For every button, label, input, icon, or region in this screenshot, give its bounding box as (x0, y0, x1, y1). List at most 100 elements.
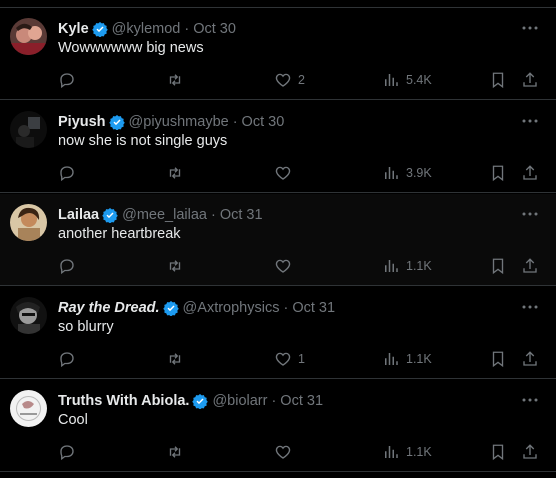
views-button[interactable]: 1.1K (382, 255, 432, 277)
bookmark-button[interactable] (489, 441, 507, 463)
post-text: Wowwwwww big news (58, 40, 204, 56)
views-icon (385, 446, 398, 458)
more-options-icon[interactable] (520, 18, 540, 38)
post-item[interactable]: Ray the Dread. @Axtrophysics · Oct 31 so… (0, 287, 556, 379)
reply-button[interactable] (58, 348, 76, 370)
repost-button[interactable] (166, 69, 184, 91)
heart-icon (275, 445, 291, 459)
share-button[interactable] (521, 441, 539, 463)
reply-button[interactable] (58, 441, 76, 463)
views-icon (385, 353, 398, 365)
more-options-icon[interactable] (520, 111, 540, 131)
share-icon (523, 72, 537, 87)
avatar[interactable] (10, 297, 47, 334)
post-date[interactable]: Oct 31 (220, 207, 263, 223)
author-handle[interactable]: @piyushmaybe (129, 114, 229, 130)
post-date[interactable]: Oct 30 (193, 21, 236, 37)
post-item[interactable]: Kyle @kylemod · Oct 30 Wowwwwww big news… (0, 8, 556, 100)
avatar[interactable] (10, 390, 47, 427)
more-options-icon[interactable] (520, 204, 540, 224)
like-button[interactable] (274, 441, 298, 463)
heart-icon (275, 352, 291, 366)
bookmark-button[interactable] (489, 348, 507, 370)
repost-button[interactable] (166, 348, 184, 370)
more-options-icon[interactable] (520, 390, 540, 410)
bookmark-icon (492, 351, 504, 368)
reply-icon (60, 73, 74, 89)
verified-badge-icon (162, 301, 179, 316)
action-bar: 1.1K (0, 441, 556, 463)
view-count: 1.1K (406, 445, 432, 459)
views-button[interactable]: 5.4K (382, 69, 432, 91)
views-button[interactable]: 1.1K (382, 441, 432, 463)
bookmark-icon (492, 258, 504, 275)
view-count: 1.1K (406, 259, 432, 273)
author-handle[interactable]: @kylemod (112, 21, 181, 37)
share-button[interactable] (521, 162, 539, 184)
bookmark-button[interactable] (489, 69, 507, 91)
repost-button[interactable] (166, 441, 184, 463)
avatar[interactable] (10, 204, 47, 241)
bookmark-button[interactable] (489, 255, 507, 277)
post-date[interactable]: Oct 31 (280, 393, 323, 409)
author-handle[interactable]: @biolarr (212, 393, 267, 409)
avatar[interactable] (10, 18, 47, 55)
heart-icon (275, 259, 291, 273)
avatar[interactable] (10, 111, 47, 148)
author-name[interactable]: Ray the Dread. (58, 300, 160, 316)
share-button[interactable] (521, 348, 539, 370)
post-item[interactable]: Truths With Abiola. @biolarr · Oct 31 Co… (0, 380, 556, 472)
views-button[interactable]: 3.9K (382, 162, 432, 184)
author-name[interactable]: Truths With Abiola. (58, 393, 189, 409)
repost-icon (169, 446, 181, 458)
share-icon (523, 165, 537, 180)
post-item[interactable]: Piyush @piyushmaybe · Oct 30 now she is … (0, 101, 556, 193)
heart-icon (275, 166, 291, 180)
verified-badge-icon (192, 394, 209, 409)
views-icon (385, 260, 398, 272)
verified-badge-icon (102, 208, 118, 223)
view-count: 3.9K (406, 166, 432, 180)
reply-icon (60, 166, 74, 182)
like-button[interactable] (274, 162, 298, 184)
reply-button[interactable] (58, 255, 76, 277)
separator-dot: · (271, 393, 277, 409)
reply-button[interactable] (58, 69, 76, 91)
view-count: 1.1K (406, 352, 432, 366)
bookmark-button[interactable] (489, 162, 507, 184)
post-date[interactable]: Oct 30 (242, 114, 285, 130)
separator-dot: · (184, 21, 190, 37)
more-options-icon[interactable] (520, 297, 540, 317)
like-count: 1 (298, 352, 305, 366)
author-name[interactable]: Piyush (58, 114, 106, 130)
bookmark-icon (492, 165, 504, 182)
author-name[interactable]: Lailaa (58, 207, 99, 223)
like-button[interactable]: 1 (274, 348, 305, 370)
like-button[interactable] (274, 255, 298, 277)
post-date[interactable]: Oct 31 (292, 300, 335, 316)
repost-button[interactable] (166, 162, 184, 184)
action-bar: 1 1.1K (0, 348, 556, 370)
reply-icon (60, 352, 74, 368)
reply-button[interactable] (58, 162, 76, 184)
author-name[interactable]: Kyle (58, 21, 89, 37)
post-text: another heartbreak (58, 226, 181, 242)
post-item[interactable]: Lailaa @mee_lailaa · Oct 31 another hear… (0, 194, 556, 286)
repost-icon (169, 167, 181, 179)
bookmark-icon (492, 72, 504, 89)
share-icon (523, 351, 537, 366)
share-icon (523, 258, 537, 273)
repost-button[interactable] (166, 255, 184, 277)
author-handle[interactable]: @mee_lailaa (122, 207, 207, 223)
share-button[interactable] (521, 69, 539, 91)
share-button[interactable] (521, 255, 539, 277)
reply-icon (60, 445, 74, 461)
views-button[interactable]: 1.1K (382, 348, 432, 370)
like-count: 2 (298, 73, 305, 87)
post-text: Cool (58, 412, 88, 428)
view-count: 5.4K (406, 73, 432, 87)
author-handle[interactable]: @Axtrophysics (183, 300, 280, 316)
separator-dot: · (210, 207, 216, 223)
like-button[interactable]: 2 (274, 69, 305, 91)
separator-dot: · (232, 114, 238, 130)
